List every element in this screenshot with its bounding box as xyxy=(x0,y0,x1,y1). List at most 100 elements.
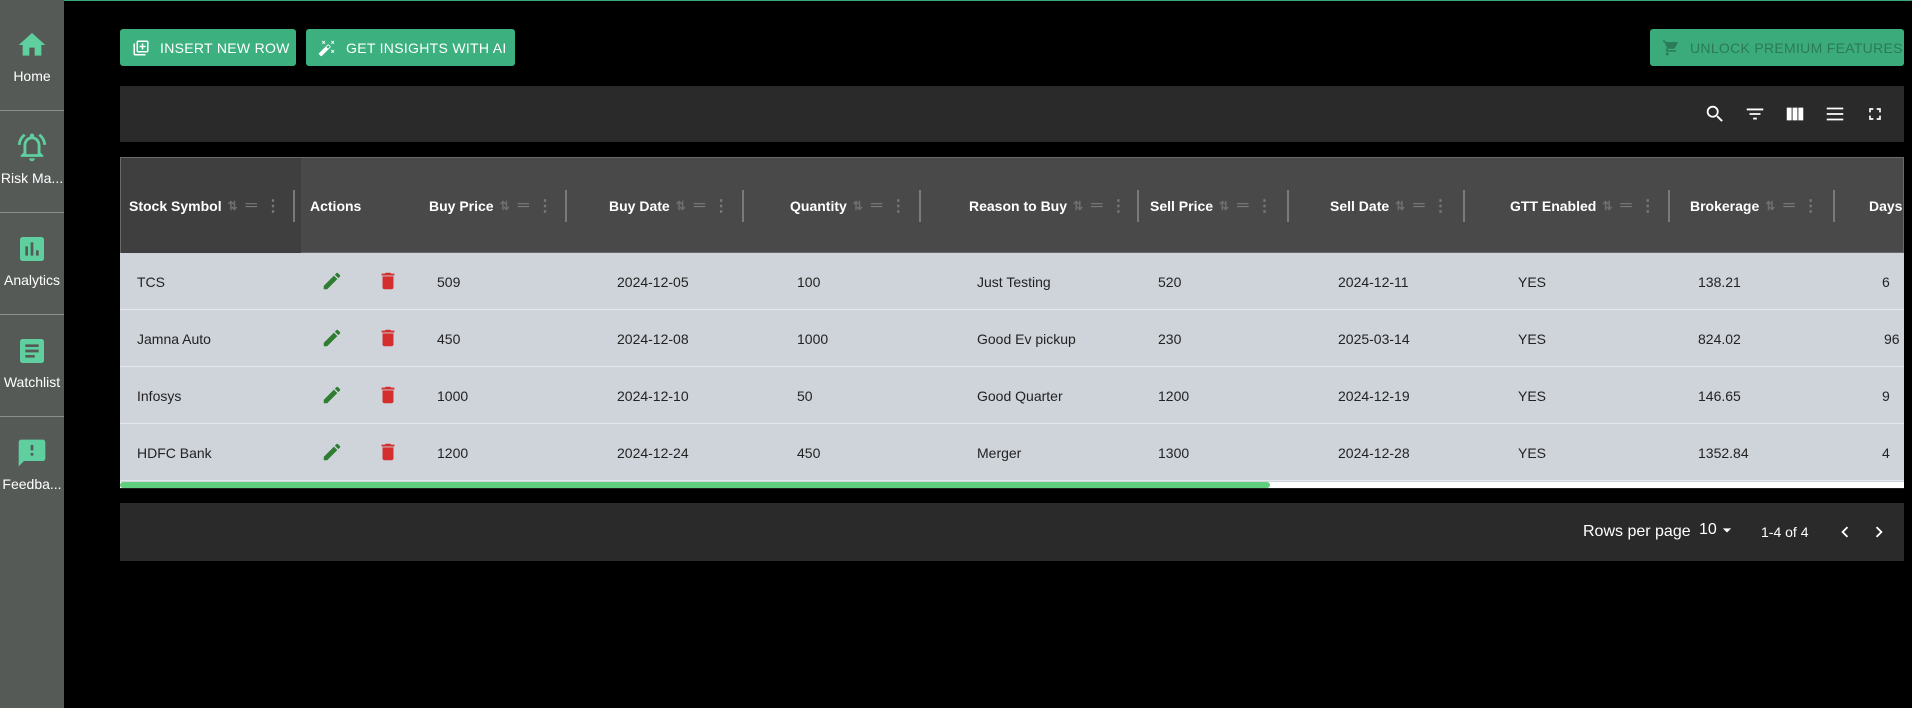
column-resize-handle[interactable] xyxy=(1137,190,1139,222)
columns-icon[interactable] xyxy=(1781,100,1809,128)
column-resize-handle[interactable] xyxy=(1463,190,1465,222)
drag-handle-icon[interactable]: ═ xyxy=(1783,197,1794,215)
column-resize-handle[interactable] xyxy=(1833,190,1835,222)
cell-buy-price: 1200 xyxy=(437,444,469,461)
drag-handle-icon[interactable]: ═ xyxy=(518,197,529,215)
unlock-premium-label: UNLOCK PREMIUM FEATURES xyxy=(1690,39,1903,56)
delete-icon[interactable] xyxy=(376,440,400,464)
cell-days: 6 xyxy=(1882,273,1890,290)
sidebar-item-label: Watchlist xyxy=(3,374,61,390)
header-gtt-enabled[interactable]: GTT Enabled ⇅ ═ ⋮ xyxy=(1510,158,1656,254)
fullscreen-icon[interactable] xyxy=(1861,100,1889,128)
column-resize-handle[interactable] xyxy=(1668,190,1670,222)
drag-handle-icon[interactable]: ═ xyxy=(1091,197,1102,215)
insert-new-row-button[interactable]: INSERT NEW ROW xyxy=(120,29,296,66)
column-menu-icon[interactable]: ⋮ xyxy=(537,196,553,216)
delete-icon[interactable] xyxy=(376,326,400,350)
search-icon[interactable] xyxy=(1701,100,1729,128)
horizontal-scrollbar-thumb[interactable] xyxy=(120,482,1270,488)
get-insights-ai-button[interactable]: GET INSIGHTS WITH AI xyxy=(306,29,515,66)
drag-handle-icon[interactable]: ═ xyxy=(1620,197,1631,215)
column-menu-icon[interactable]: ⋮ xyxy=(265,196,281,216)
drag-handle-icon[interactable]: ═ xyxy=(871,197,882,215)
table-row: Jamna Auto 450 2024-12-08 1000 Good Ev p… xyxy=(120,310,1904,367)
sort-icon[interactable]: ⇅ xyxy=(1602,199,1612,213)
sort-icon[interactable]: ⇅ xyxy=(676,199,686,213)
sort-icon[interactable]: ⇅ xyxy=(228,199,238,213)
next-page-button[interactable] xyxy=(1867,520,1891,544)
get-insights-ai-label: GET INSIGHTS WITH AI xyxy=(346,39,507,56)
header-buy-date[interactable]: Buy Date ⇅ ═ ⋮ xyxy=(609,158,729,254)
edit-icon[interactable] xyxy=(320,326,344,350)
column-menu-icon[interactable]: ⋮ xyxy=(1803,196,1819,216)
sidebar: Home Risk Ma... Analytics Watchlist Feed… xyxy=(0,0,64,708)
header-quantity[interactable]: Quantity ⇅ ═ ⋮ xyxy=(790,158,906,254)
delete-icon[interactable] xyxy=(376,269,400,293)
sort-icon[interactable]: ⇅ xyxy=(1073,199,1083,213)
cell-brokerage: 138.21 xyxy=(1698,273,1741,290)
drag-handle-icon[interactable]: ═ xyxy=(1413,197,1424,215)
sort-icon[interactable]: ⇅ xyxy=(853,199,863,213)
delete-icon[interactable] xyxy=(376,383,400,407)
cell-reason: Good Quarter xyxy=(977,387,1063,404)
header-buy-price[interactable]: Buy Price ⇅ ═ ⋮ xyxy=(429,158,553,254)
cell-quantity: 1000 xyxy=(797,330,829,347)
unlock-premium-button[interactable]: UNLOCK PREMIUM FEATURES xyxy=(1650,29,1904,66)
cell-gtt-enabled: YES xyxy=(1518,330,1547,347)
rows-per-page-select[interactable]: 10 xyxy=(1699,520,1737,540)
header-sell-price[interactable]: Sell Price ⇅ ═ ⋮ xyxy=(1150,158,1272,254)
sidebar-item-label: Feedba... xyxy=(2,476,62,492)
sort-icon[interactable]: ⇅ xyxy=(1765,199,1775,213)
table-row: TCS 509 2024-12-05 100 Just Testing 520 … xyxy=(120,253,1904,310)
column-menu-icon[interactable]: ⋮ xyxy=(1256,196,1272,216)
sidebar-item-home[interactable]: Home xyxy=(0,0,64,102)
edit-icon[interactable] xyxy=(320,383,344,407)
density-icon[interactable] xyxy=(1821,100,1849,128)
cell-stock-symbol: TCS xyxy=(137,273,165,290)
column-resize-handle[interactable] xyxy=(293,190,295,222)
table-header: Stock Symbol ⇅ ═ ⋮ Actions Buy Price ⇅ ═… xyxy=(120,157,1904,254)
cell-gtt-enabled: YES xyxy=(1518,444,1547,461)
cell-brokerage: 824.02 xyxy=(1698,330,1741,347)
sidebar-item-feedback[interactable]: Feedba... xyxy=(0,408,64,510)
column-menu-icon[interactable]: ⋮ xyxy=(890,196,906,216)
sort-icon[interactable]: ⇅ xyxy=(1395,199,1405,213)
list-document-icon xyxy=(15,334,49,368)
column-resize-handle[interactable] xyxy=(1287,190,1289,222)
column-resize-handle[interactable] xyxy=(919,190,921,222)
sort-icon[interactable]: ⇅ xyxy=(1219,199,1229,213)
insert-new-row-label: INSERT NEW ROW xyxy=(160,39,290,56)
cell-days: 9 xyxy=(1882,387,1890,404)
header-days[interactable]: Days xyxy=(1869,158,1902,254)
sidebar-item-watchlist[interactable]: Watchlist xyxy=(0,306,64,408)
sidebar-item-label: Analytics xyxy=(3,272,61,288)
cell-sell-date: 2024-12-28 xyxy=(1338,444,1410,461)
column-resize-handle[interactable] xyxy=(565,190,567,222)
sidebar-item-risk-management[interactable]: Risk Ma... xyxy=(0,102,64,204)
rows-per-page-label: Rows per page xyxy=(1583,523,1691,540)
header-brokerage[interactable]: Brokerage ⇅ ═ ⋮ xyxy=(1690,158,1819,254)
column-menu-icon[interactable]: ⋮ xyxy=(1110,196,1126,216)
column-menu-icon[interactable]: ⋮ xyxy=(1640,196,1656,216)
drag-handle-icon[interactable]: ═ xyxy=(246,197,257,215)
header-reason-to-buy[interactable]: Reason to Buy ⇅ ═ ⋮ xyxy=(969,158,1126,254)
cell-days: 96 xyxy=(1884,330,1900,347)
filter-icon[interactable] xyxy=(1741,100,1769,128)
cell-reason: Good Ev pickup xyxy=(977,330,1076,347)
column-resize-handle[interactable] xyxy=(742,190,744,222)
previous-page-button[interactable] xyxy=(1833,520,1857,544)
header-stock-symbol[interactable]: Stock Symbol ⇅ ═ ⋮ xyxy=(129,158,281,254)
drag-handle-icon[interactable]: ═ xyxy=(694,197,705,215)
column-menu-icon[interactable]: ⋮ xyxy=(713,196,729,216)
sort-icon[interactable]: ⇅ xyxy=(500,199,510,213)
column-menu-icon[interactable]: ⋮ xyxy=(1433,196,1449,216)
drag-handle-icon[interactable]: ═ xyxy=(1237,197,1248,215)
cell-sell-price: 1300 xyxy=(1158,444,1190,461)
cell-buy-date: 2024-12-05 xyxy=(617,273,689,290)
header-sell-date[interactable]: Sell Date ⇅ ═ ⋮ xyxy=(1330,158,1449,254)
chevron-down-icon xyxy=(1717,520,1737,540)
sidebar-item-analytics[interactable]: Analytics xyxy=(0,204,64,306)
edit-icon[interactable] xyxy=(320,440,344,464)
edit-icon[interactable] xyxy=(320,269,344,293)
cell-gtt-enabled: YES xyxy=(1518,273,1547,290)
